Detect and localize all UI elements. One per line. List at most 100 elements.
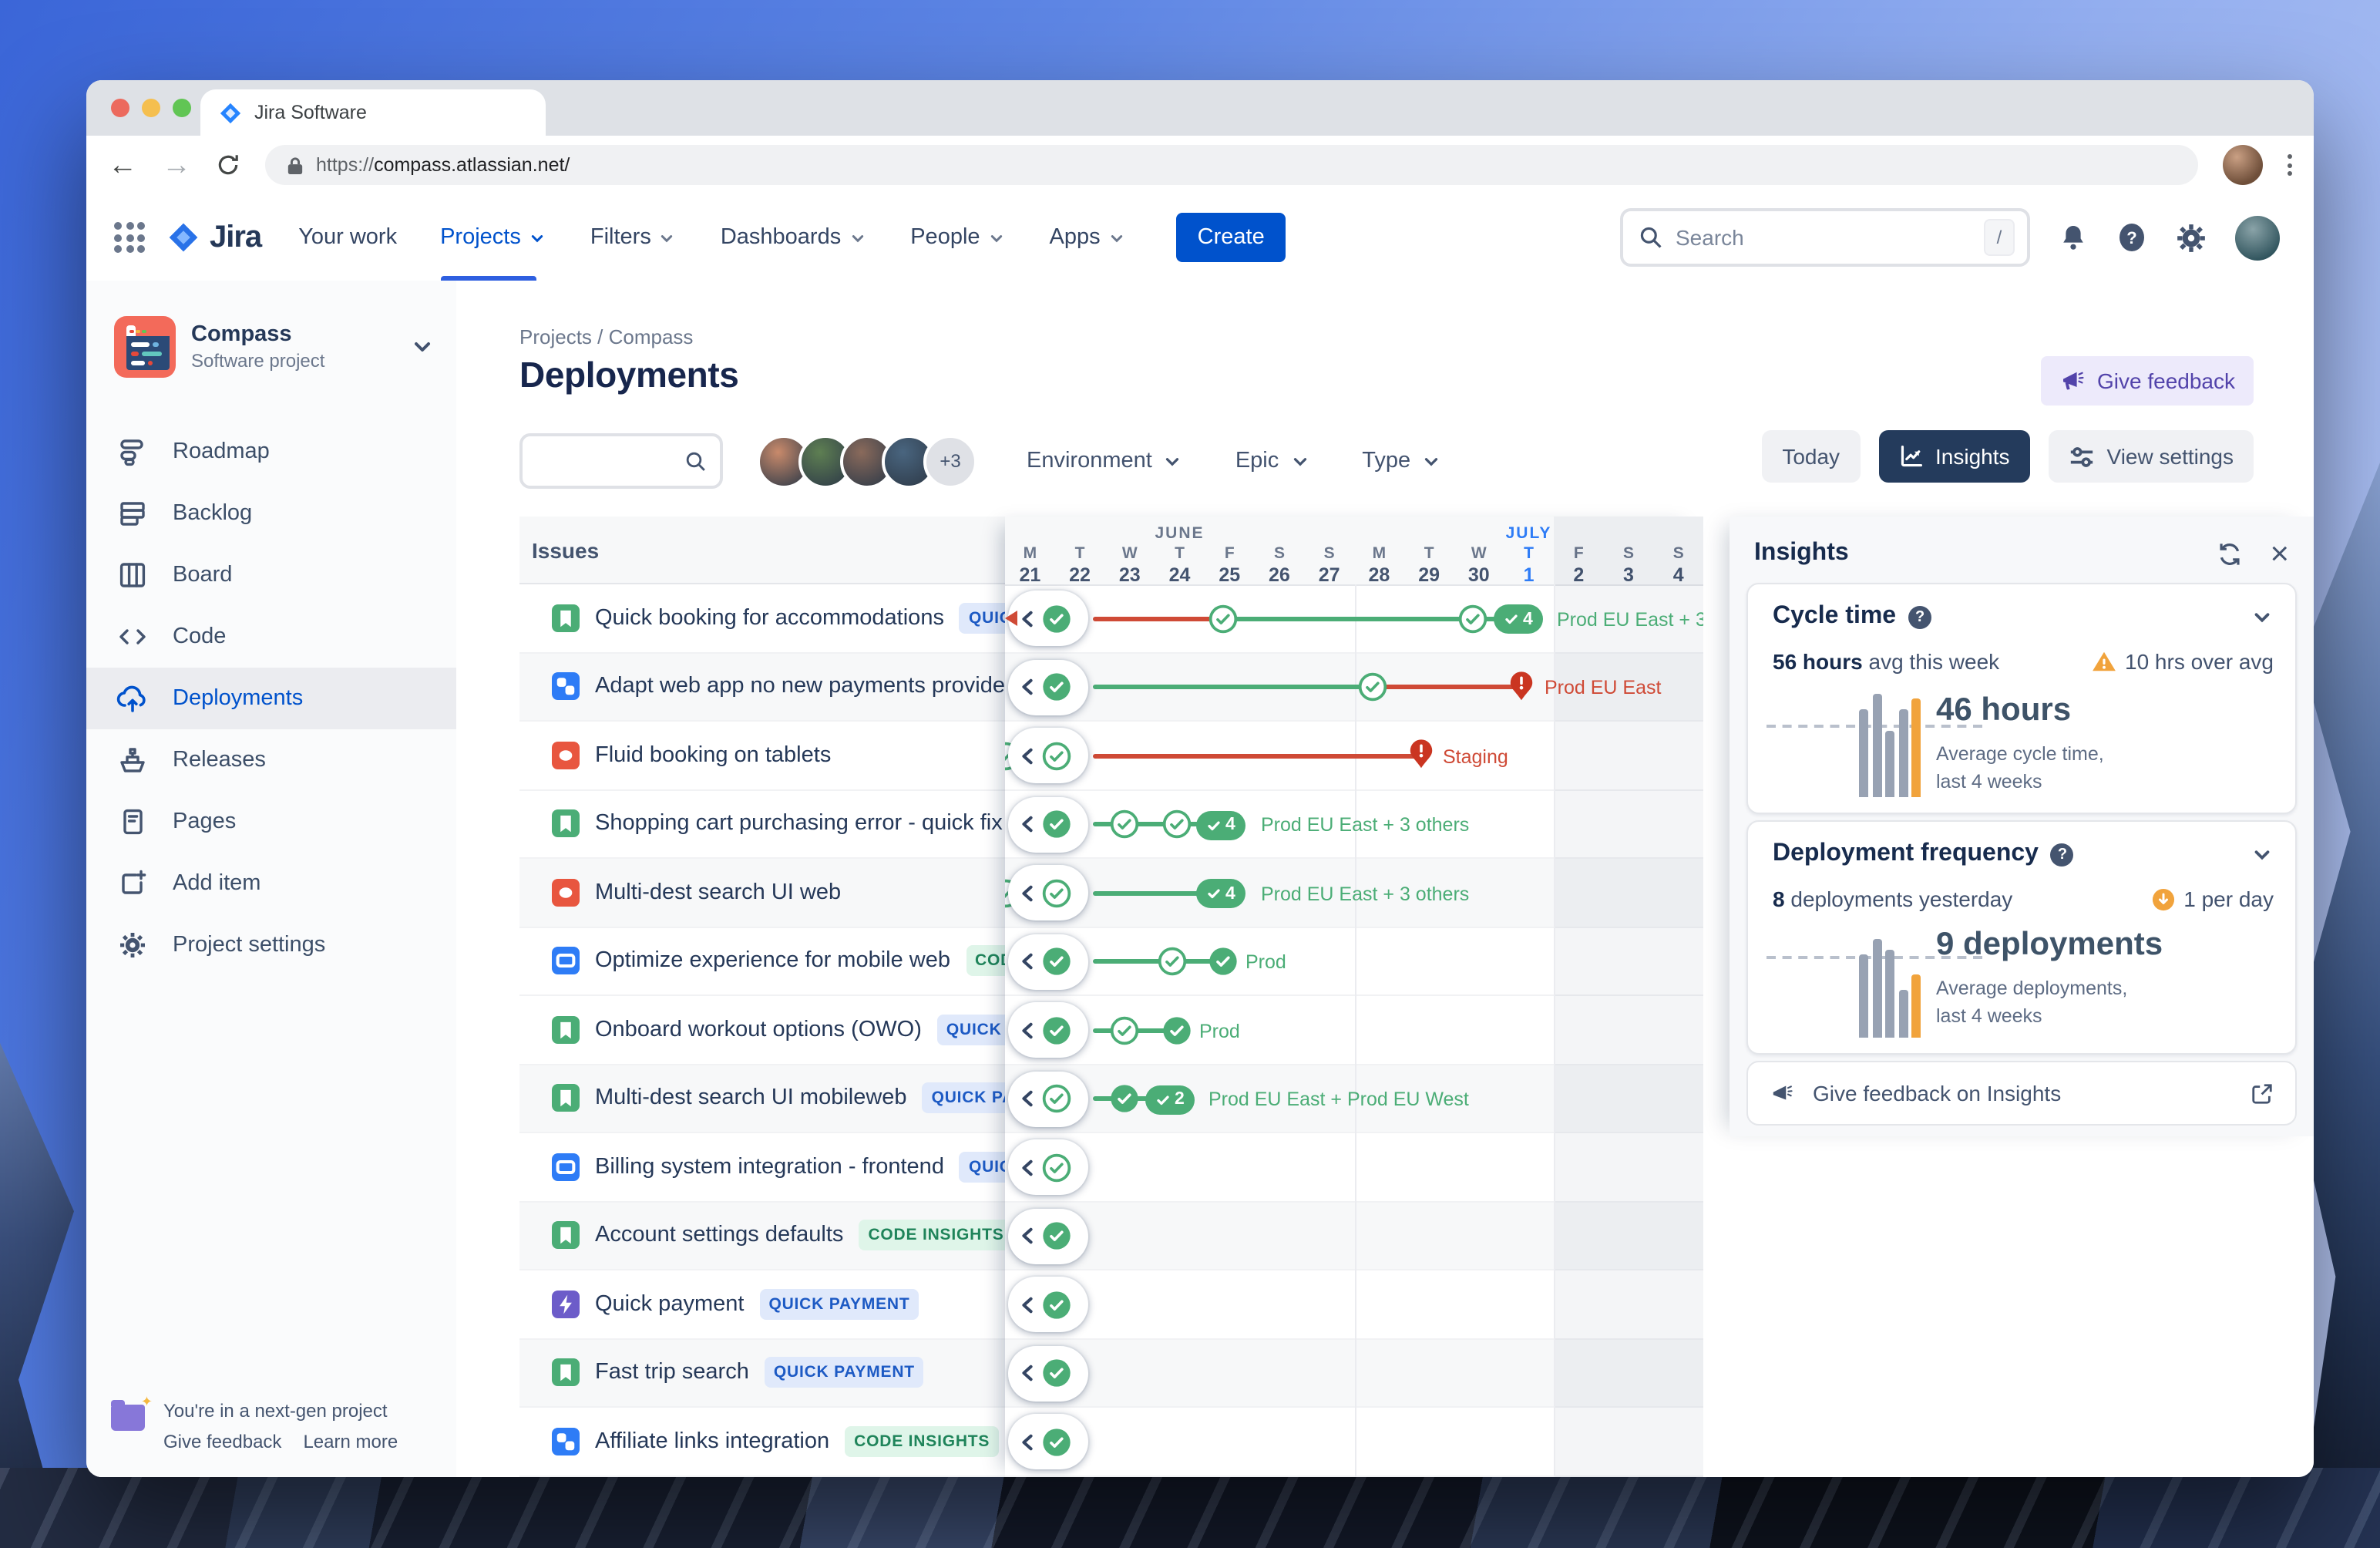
issue-row[interactable]: Account settings defaultsCODE INSIGHTS [519, 1202, 1005, 1270]
sidebar-item-backlog[interactable]: Backlog [86, 483, 456, 544]
deployment-count-badge[interactable]: 4 [1494, 604, 1544, 634]
issue-row[interactable]: Quick booking for accommodationsQUICK PA… [519, 584, 1005, 653]
sidebar-item-roadmap[interactable]: Roadmap [86, 421, 456, 483]
settings-gear-icon[interactable] [2175, 221, 2207, 254]
sidebar-learn-more-link[interactable]: Learn more [303, 1431, 398, 1452]
sidebar-item-releases[interactable]: Releases [86, 729, 456, 791]
issue-row[interactable]: Fast trip searchQUICK PAYMENT [519, 1339, 1005, 1408]
url-bar[interactable]: https://compass.atlassian.net/ [265, 145, 2198, 185]
expand-deployments-pill[interactable] [1008, 796, 1088, 852]
issue-row[interactable]: Onboard workout options (OWO)QUICK PAYME… [519, 996, 1005, 1065]
app-switcher-icon[interactable] [114, 222, 145, 253]
card-title: Cycle time [1773, 603, 1896, 631]
help-icon[interactable]: ? [1908, 605, 1931, 628]
nav-item-dashboards[interactable]: Dashboards [721, 194, 867, 281]
expand-deployments-pill[interactable] [1008, 934, 1088, 989]
filter-dropdown-type[interactable]: Type [1362, 449, 1441, 473]
nav-item-filters[interactable]: Filters [590, 194, 677, 281]
browser-tab[interactable]: Jira Software [200, 89, 546, 136]
sidebar-item-pages[interactable]: Pages [86, 791, 456, 853]
deployment-count-badge[interactable]: 2 [1145, 1085, 1195, 1114]
nav-item-people[interactable]: People [910, 194, 1006, 281]
deployment-count-badge[interactable]: 4 [1196, 879, 1246, 908]
close-icon[interactable]: × [2270, 537, 2289, 570]
issue-row[interactable]: Multi-dest search UI web [519, 859, 1005, 927]
sidebar-give-feedback-link[interactable]: Give feedback [163, 1431, 281, 1452]
deployment-alert-icon[interactable] [1409, 739, 1434, 769]
chevron-down-icon[interactable] [410, 335, 435, 359]
help-icon[interactable]: ? [2116, 222, 2147, 253]
create-button[interactable]: Create [1176, 213, 1286, 262]
issue-row[interactable]: Quick paymentQUICK PAYMENT [519, 1270, 1005, 1339]
expand-deployments-pill[interactable] [1008, 1208, 1088, 1264]
next-gen-folder-icon [111, 1405, 145, 1431]
expand-deployments-pill[interactable] [1008, 1414, 1088, 1469]
issue-row[interactable]: Fluid booking on tablets [519, 722, 1005, 790]
refresh-icon[interactable] [2216, 540, 2242, 567]
forward-icon[interactable]: → [162, 150, 191, 180]
sidebar-item-project-settings[interactable]: Project settings [86, 914, 456, 976]
status-check-icon [1042, 604, 1071, 633]
close-window-button[interactable] [111, 99, 129, 117]
global-search-input[interactable]: Search / [1620, 208, 2030, 267]
expand-deployments-pill[interactable] [1008, 1139, 1088, 1195]
today-button[interactable]: Today [1762, 430, 1860, 483]
sidebar-item-deployments[interactable]: Deployments [86, 668, 456, 729]
minimize-window-button[interactable] [142, 99, 160, 117]
assignee-avatars[interactable]: +3 [757, 434, 977, 488]
filter-dropdown-environment[interactable]: Environment [1027, 449, 1183, 473]
deployment-alert-icon[interactable] [1509, 670, 1534, 701]
window-controls[interactable] [111, 99, 191, 117]
status-check-icon [1042, 1084, 1071, 1113]
expand-deployments-pill[interactable] [1008, 1345, 1088, 1401]
sidebar-item-board[interactable]: Board [86, 544, 456, 606]
help-icon[interactable]: ? [2051, 843, 2074, 866]
issue-title: Fast trip search [595, 1361, 749, 1385]
insights-button[interactable]: Insights [1878, 430, 2030, 483]
breadcrumb[interactable]: Projects / Compass [519, 325, 693, 348]
issue-row[interactable]: Multi-dest search UI mobilewebQUICK PAYM… [519, 1065, 1005, 1133]
back-icon[interactable]: ← [108, 150, 137, 180]
user-avatar[interactable] [2235, 215, 2280, 260]
chevron-down-icon[interactable] [2251, 605, 2274, 628]
filter-dropdowns: Environment Epic Type [1027, 449, 1441, 473]
issue-row[interactable]: Shopping cart purchasing error - quick f… [519, 790, 1005, 859]
insights-feedback-button[interactable]: Give feedback on Insights [1746, 1061, 2297, 1126]
issue-epic-badge: QUICK PAYMENT [960, 1152, 1005, 1183]
chevron-down-icon[interactable] [2251, 843, 2274, 866]
issue-title: Optimize experience for mobile web [595, 949, 950, 974]
expand-deployments-pill[interactable] [1008, 659, 1088, 715]
insights-chart-icon [1898, 444, 1923, 469]
expand-deployments-pill[interactable] [1008, 1002, 1088, 1058]
issue-row[interactable]: Adapt web app no new payments provider [519, 653, 1005, 722]
issue-row[interactable]: Billing system integration - frontendQUI… [519, 1133, 1005, 1202]
nav-item-your-work[interactable]: Your work [298, 194, 397, 281]
nav-item-projects[interactable]: Projects [440, 194, 547, 281]
megaphone-icon [2059, 368, 2085, 393]
refresh-icon[interactable] [216, 153, 240, 177]
avatar-overflow-badge[interactable]: +3 [923, 434, 977, 488]
chevron-left-icon [1019, 1157, 1036, 1177]
project-switcher[interactable]: Compass Software project [86, 281, 456, 409]
give-feedback-button[interactable]: Give feedback [2040, 356, 2254, 406]
board-search-input[interactable] [519, 433, 723, 489]
expand-deployments-pill[interactable] [1008, 865, 1088, 920]
view-settings-button[interactable]: View settings [2049, 430, 2254, 483]
notifications-icon[interactable] [2058, 221, 2089, 254]
nav-item-apps[interactable]: Apps [1050, 194, 1127, 281]
sidebar-item-add-item[interactable]: Add item [86, 853, 456, 914]
browser-profile-avatar[interactable] [2223, 145, 2263, 185]
browser-menu-icon[interactable] [2288, 154, 2292, 176]
issue-row[interactable]: Affiliate links integrationCODE INSIGHTS [519, 1408, 1005, 1476]
maximize-window-button[interactable] [173, 99, 191, 117]
jira-logo[interactable]: Jira [166, 220, 261, 255]
issue-type-story-icon [552, 1016, 580, 1044]
sidebar-item-code[interactable]: Code [86, 606, 456, 668]
issue-row[interactable]: Optimize experience for mobile webCODE I… [519, 927, 1005, 996]
filter-dropdown-epic[interactable]: Epic [1235, 449, 1309, 473]
deployment-count-badge[interactable]: 4 [1196, 810, 1246, 840]
expand-deployments-pill[interactable] [1008, 591, 1088, 646]
expand-deployments-pill[interactable] [1008, 728, 1088, 783]
expand-deployments-pill[interactable] [1008, 1071, 1088, 1126]
expand-deployments-pill[interactable] [1008, 1277, 1088, 1332]
